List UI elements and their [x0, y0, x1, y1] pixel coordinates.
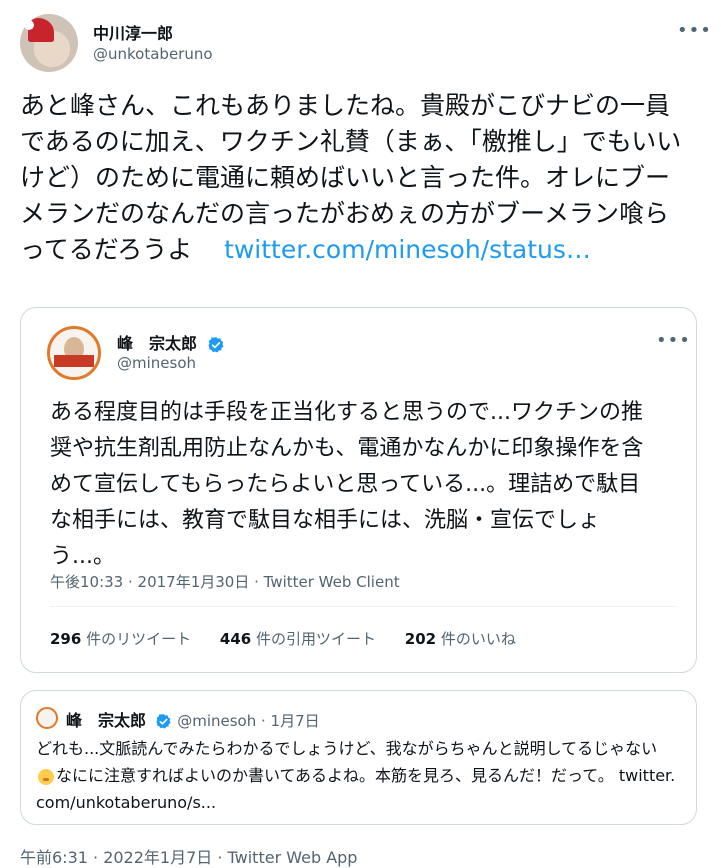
quoted-timestamp[interactable]: 午後10:33 · 2017年1月30日 · Twitter Web Clien…: [50, 571, 400, 592]
nested-author-name[interactable]: 峰 宗太郎: [66, 711, 146, 730]
nested-text-part-1: どれも...文脈読んでみたらわかるでしょうけど、我ながらちゃんと説明してるじゃな…: [36, 739, 658, 758]
retweets-count: 296: [50, 630, 82, 648]
more-options-icon[interactable]: •••: [677, 20, 712, 41]
likes-count: 202: [404, 630, 437, 648]
author-handle[interactable]: @unkotaberuno: [93, 45, 213, 63]
tweet-timestamp[interactable]: 午前6:31 · 2022年1月7日 · Twitter Web App: [20, 844, 357, 868]
author-avatar[interactable]: [20, 14, 78, 72]
retweets-stat[interactable]: 296 件のリツイート: [50, 630, 191, 648]
quoted-stats: 296 件のリツイート 446 件の引用ツイート 202 件のいいね: [50, 628, 540, 649]
nested-text-part-2: なにに注意すればよいのか書いてあるよね。本筋を見ろ、見るんだ！だって。: [56, 766, 614, 785]
nested-header: 峰 宗太郎 @minesoh · 1月7日: [66, 707, 320, 731]
likes-stat[interactable]: 202 件のいいね: [405, 630, 516, 648]
quoted-divider: [50, 606, 677, 607]
nested-tweet-text: どれも...文脈読んでみたらわかるでしょうけど、我ながらちゃんと説明してるじゃな…: [36, 735, 676, 816]
likes-label: 件のいいね: [440, 630, 516, 648]
avatar-badge: [54, 355, 94, 367]
quoted-more-options-icon[interactable]: •••: [656, 330, 691, 351]
grimace-emoji-icon: [38, 768, 54, 785]
nested-author-avatar[interactable]: [36, 707, 58, 729]
quoted-author-name-row[interactable]: 峰 宗太郎: [117, 330, 225, 354]
quoted-author-handle[interactable]: @minesoh: [117, 354, 196, 372]
quotes-count: 446: [219, 630, 252, 648]
verified-badge-icon: [208, 336, 224, 352]
hat-pompom: [24, 20, 34, 30]
nested-verified-badge-icon: [156, 714, 171, 729]
tweet-text: あと峰さん、これもありましたね。貴殿がこびナビの一員であるのに加え、ワクチン礼賛…: [20, 88, 690, 268]
quotes-stat[interactable]: 446 件の引用ツイート: [220, 630, 376, 648]
author-name[interactable]: 中川淳一郎: [93, 20, 173, 44]
retweets-label: 件のリツイート: [86, 630, 192, 648]
quoted-author-name[interactable]: 峰 宗太郎: [117, 334, 197, 353]
quoted-tweet-text: ある程度目的は手段を正当化すると思うので...ワクチンの推奨や抗生剤乱用防止なん…: [50, 400, 644, 569]
quotes-label: 件の引用ツイート: [255, 630, 376, 648]
quoted-author-avatar[interactable]: [47, 326, 101, 380]
nested-meta[interactable]: @minesoh · 1月7日: [177, 712, 319, 730]
tweet-link[interactable]: twitter.com/minesoh/status…: [224, 235, 591, 264]
